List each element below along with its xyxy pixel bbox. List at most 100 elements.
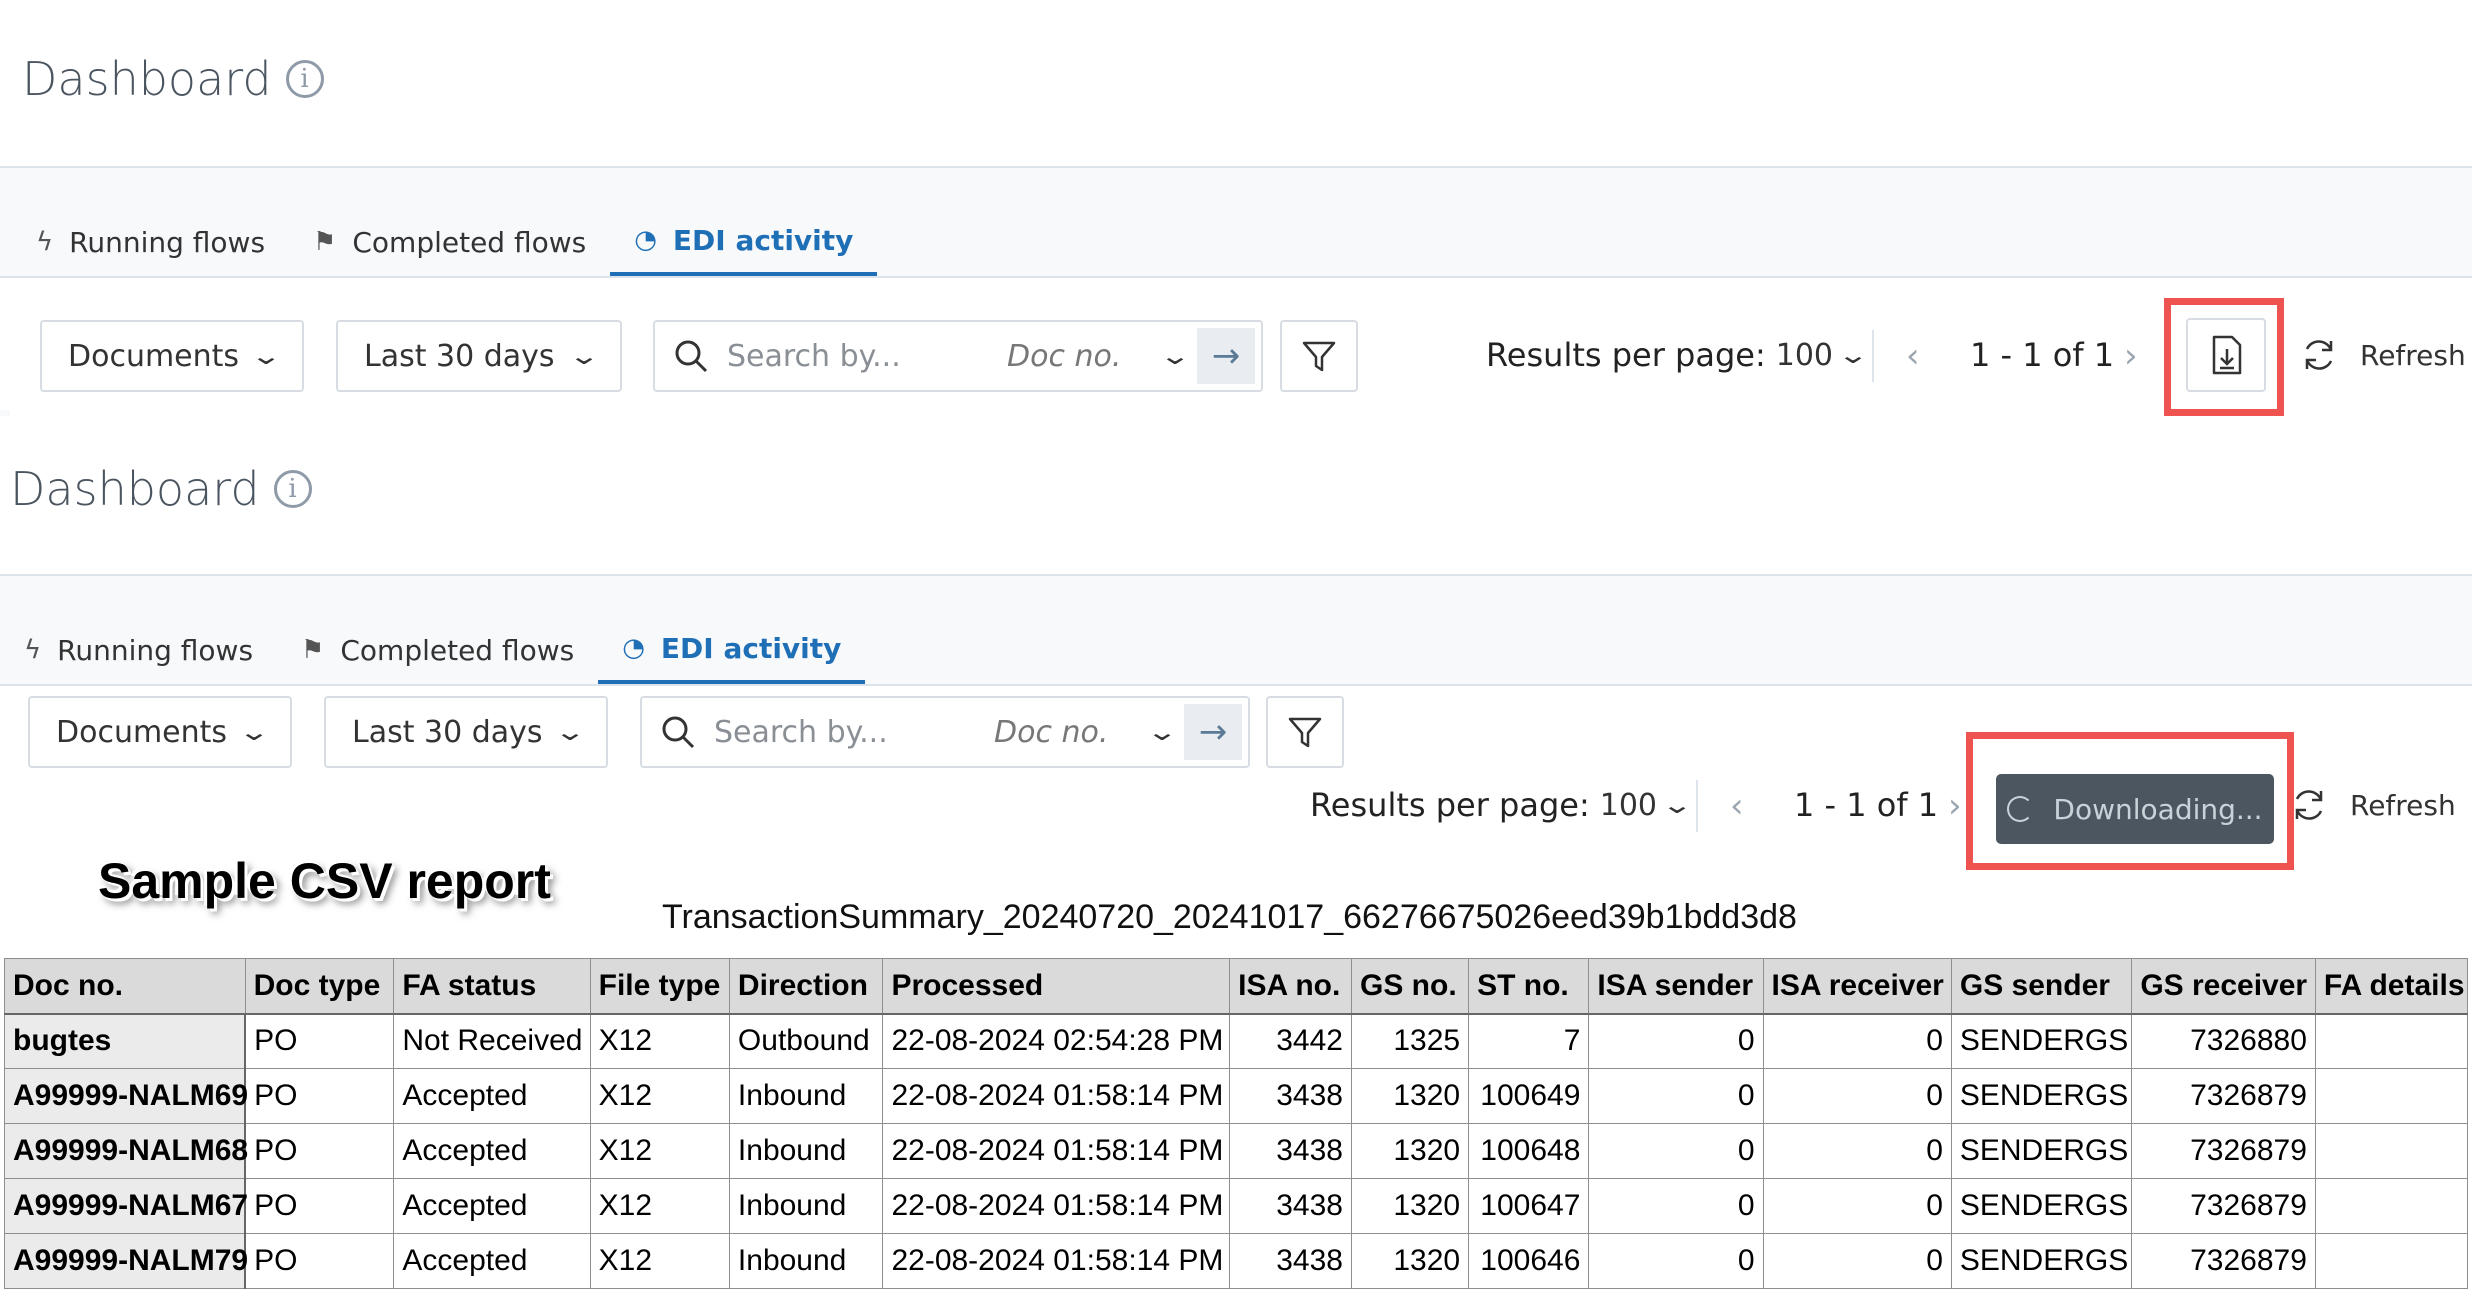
refresh-label: Refresh	[2350, 788, 2456, 822]
date-range-dropdown[interactable]: Last 30 days ⌄	[336, 320, 622, 392]
csv-cell: 0	[1762, 1013, 1952, 1069]
csv-cell: 100646	[1468, 1233, 1590, 1289]
csv-cell: 22-08-2024 02:54:28 PM	[882, 1013, 1231, 1069]
csv-column-header: GS sender	[1950, 958, 2133, 1015]
csv-cell: 1320	[1350, 1068, 1470, 1124]
csv-cell: A99999-NALM67	[4, 1178, 248, 1234]
csv-cell: SENDERGS	[1950, 1178, 2133, 1234]
csv-column-header: Doc no.	[4, 958, 246, 1015]
search-input[interactable]: Search by...	[714, 715, 994, 750]
csv-cell: A99999-NALM69	[4, 1068, 248, 1124]
csv-column-header: FA details	[2314, 958, 2469, 1015]
info-icon[interactable]: i	[273, 470, 312, 508]
tab-running-flows[interactable]: ϟ Running flows	[0, 630, 277, 684]
results-per-page[interactable]: Results per page: 100 ⌄	[1310, 786, 1693, 824]
csv-cell	[2314, 1013, 2469, 1069]
page-header: Dashboard i	[22, 52, 324, 106]
next-page-icon[interactable]: ›	[2124, 336, 2138, 376]
tab-edi-activity[interactable]: ◔ EDI activity	[598, 630, 866, 684]
prev-page-icon[interactable]: ‹	[1906, 336, 1920, 376]
chevron-down-icon: ⌄	[1660, 791, 1694, 819]
date-range-label: Last 30 days	[352, 714, 543, 750]
csv-cell: Not Received	[393, 1013, 591, 1069]
documents-dropdown[interactable]: Documents ⌄	[40, 320, 304, 392]
csv-cell: 3438	[1229, 1233, 1352, 1289]
csv-column-header: Direction	[728, 958, 884, 1015]
csv-cell: 100648	[1468, 1123, 1590, 1179]
csv-cell: 0	[1762, 1123, 1952, 1179]
filter-button[interactable]	[1266, 696, 1344, 768]
search-submit-button[interactable]: →	[1184, 704, 1242, 760]
info-icon[interactable]: i	[285, 60, 324, 98]
csv-cell: 7326879	[2131, 1233, 2316, 1289]
prev-page-icon[interactable]: ‹	[1730, 786, 1744, 826]
csv-cell: SENDERGS	[1950, 1013, 2133, 1069]
filter-icon	[1288, 717, 1322, 748]
search-icon	[662, 716, 695, 749]
csv-cell: 3438	[1229, 1068, 1352, 1124]
search-field-select[interactable]: Doc no.	[1007, 339, 1157, 374]
pagination-text: 1 - 1 of 1	[1970, 336, 2115, 374]
csv-cell: 7326879	[2131, 1178, 2316, 1234]
csv-cell: 100649	[1468, 1068, 1590, 1124]
pagination-text: 1 - 1 of 1	[1794, 786, 1939, 824]
csv-cell: X12	[589, 1013, 730, 1069]
csv-cell: Inbound	[728, 1068, 884, 1124]
csv-cell: X12	[589, 1123, 730, 1179]
refresh-button[interactable]: Refresh	[2300, 336, 2466, 374]
csv-cell: 7326879	[2131, 1068, 2316, 1124]
chevron-down-icon[interactable]: ⌄	[1146, 718, 1178, 746]
refresh-button[interactable]: Refresh	[2290, 786, 2456, 824]
csv-column-header: ISA no.	[1229, 958, 1352, 1015]
tab-completed-flows[interactable]: ⚑ Completed flows	[277, 630, 598, 684]
chevron-down-icon: ⌄	[249, 342, 283, 370]
csv-cell	[2314, 1233, 2469, 1289]
date-range-dropdown[interactable]: Last 30 days ⌄	[324, 696, 608, 768]
csv-row: bugtes PO Not Received X12 Outbound 22-08-202…	[4, 1013, 2469, 1069]
csv-cell: 0	[1762, 1068, 1952, 1124]
toolbar-separator	[1696, 780, 1698, 832]
panel-edge	[0, 410, 10, 416]
tab-label: Completed flows	[340, 633, 575, 667]
chevron-down-icon[interactable]: ⌄	[1159, 342, 1191, 370]
csv-cell: 7326880	[2131, 1013, 2316, 1069]
csv-cell: 0	[1588, 1178, 1764, 1234]
csv-cell: PO	[244, 1233, 395, 1289]
next-page-icon[interactable]: ›	[1948, 786, 1962, 826]
csv-column-header: File type	[589, 958, 730, 1015]
search-submit-button[interactable]: →	[1197, 328, 1255, 384]
tab-label: Running flows	[69, 225, 266, 259]
csv-cell: 22-08-2024 01:58:14 PM	[882, 1123, 1231, 1179]
csv-row: A99999-NALM79 PO Accepted X12 Inbound 22-08-2…	[4, 1233, 2469, 1289]
csv-cell: 3438	[1229, 1123, 1352, 1179]
csv-cell: bugtes	[4, 1013, 247, 1069]
csv-cell: 1320	[1350, 1233, 1470, 1289]
csv-report-table: Doc no. Doc type FA status File type Directi…	[4, 958, 2469, 1289]
csv-column-header: GS no.	[1350, 958, 1470, 1015]
results-per-page[interactable]: Results per page: 100 ⌄	[1486, 336, 1869, 374]
csv-header-row: Doc no. Doc type FA status File type Directi…	[4, 958, 2469, 1015]
csv-row: A99999-NALM68 PO Accepted X12 Inbound 22-08-2…	[4, 1123, 2469, 1179]
clock-icon: ◔	[622, 633, 645, 663]
search-input[interactable]: Search by...	[727, 339, 1007, 374]
csv-cell: 7	[1468, 1013, 1590, 1069]
refresh-label: Refresh	[2360, 338, 2466, 372]
csv-cell: PO	[244, 1013, 395, 1069]
filter-icon	[1302, 341, 1336, 372]
csv-cell: Accepted	[393, 1233, 591, 1289]
tab-label: EDI activity	[672, 223, 854, 257]
csv-cell: 1320	[1350, 1178, 1470, 1234]
csv-cell: Accepted	[393, 1178, 591, 1234]
documents-dropdown-label: Documents	[56, 714, 228, 750]
documents-dropdown[interactable]: Documents ⌄	[28, 696, 292, 768]
csv-cell: 100647	[1468, 1178, 1590, 1234]
tab-running-flows[interactable]: ϟ Running flows	[12, 222, 289, 276]
search-field-select[interactable]: Doc no.	[994, 715, 1144, 750]
search-box: Search by... Doc no. ⌄ →	[653, 320, 1263, 392]
filter-button[interactable]	[1280, 320, 1358, 392]
csv-cell: SENDERGS	[1950, 1123, 2133, 1179]
tab-edi-activity[interactable]: ◔ EDI activity	[610, 222, 878, 276]
tab-completed-flows[interactable]: ⚑ Completed flows	[289, 222, 610, 276]
tab-label: Running flows	[57, 633, 254, 667]
tab-divider	[0, 276, 2472, 278]
